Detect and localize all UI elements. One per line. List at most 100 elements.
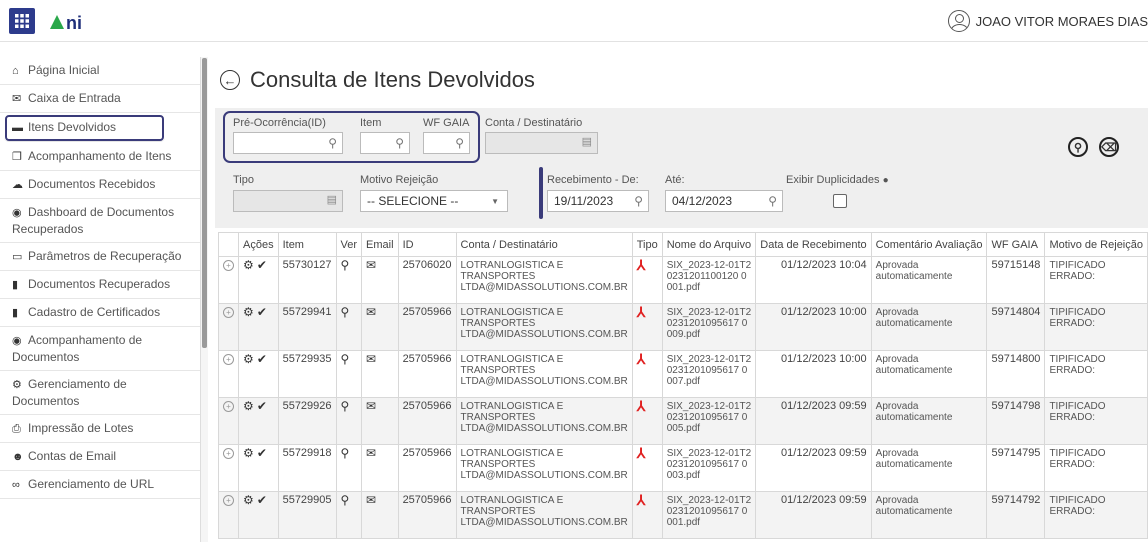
envelope-icon[interactable]: ✉: [366, 493, 376, 507]
top-bar: ni JOAO VITOR MORAES DIAS: [0, 0, 1148, 42]
sidebar-item[interactable]: ❐ Acompanhamento de Itens: [0, 143, 200, 171]
cogs-icon[interactable]: ⚙: [243, 305, 254, 319]
envelope-icon[interactable]: ✉: [366, 446, 376, 460]
results-table: Ações Item Ver Email ID Conta / Destinatário T…: [218, 232, 1148, 539]
wf-gaia-cell: 59714804: [986, 303, 1046, 351]
table-row[interactable]: + ⚙ ✔ 55729941 ⚲ ✉ 25705966 LOTRANLOGISTICA E …: [218, 303, 1148, 351]
search-icon[interactable]: ⚲: [341, 493, 350, 507]
pdf-icon[interactable]: ⅄: [637, 257, 646, 273]
sidebar-item[interactable]: ☻ Contas de Email: [0, 443, 200, 471]
expand-row-icon[interactable]: +: [223, 354, 234, 365]
column-header[interactable]: Ver: [335, 232, 363, 257]
check-icon[interactable]: ✔: [257, 446, 267, 460]
sidebar-item[interactable]: ∞ Gerenciamento de URL: [0, 471, 200, 499]
sidebar-scroll-thumb[interactable]: [202, 58, 207, 348]
sidebar-item[interactable]: ⚙ Gerenciamento de Documentos: [0, 371, 200, 415]
pdf-icon[interactable]: ⅄: [637, 351, 646, 367]
sidebar-item[interactable]: ⎙ Impressão de Lotes: [0, 415, 200, 443]
check-icon[interactable]: ✔: [257, 258, 267, 272]
cogs-icon[interactable]: ⚙: [243, 493, 254, 507]
sidebar-item[interactable]: ▮ Cadastro de Certificados: [0, 299, 200, 327]
conta-cell: LOTRANLOGISTICA E TRANSPORTES LTDA@MIDAS…: [455, 444, 633, 492]
envelope-icon[interactable]: ✉: [366, 399, 376, 413]
sidebar-item[interactable]: ☁ Documentos Recebidos: [0, 171, 200, 199]
expand-row-icon[interactable]: +: [223, 495, 234, 506]
column-header[interactable]: Data de Recebimento: [755, 232, 872, 257]
envelope-icon[interactable]: ✉: [366, 258, 376, 272]
sidebar-item[interactable]: ⌂ Página Inicial: [0, 57, 200, 85]
column-header[interactable]: Item: [277, 232, 337, 257]
search-icon[interactable]: ⚲: [341, 446, 350, 460]
tipo-input[interactable]: ▤: [233, 190, 343, 212]
sidebar-item[interactable]: ✉ Caixa de Entrada: [0, 85, 200, 113]
sidebar-item[interactable]: ▮ Documentos Recuperados: [0, 271, 200, 299]
search-icon[interactable]: ⚲: [341, 258, 350, 272]
column-header[interactable]: Nome do Arquivo: [661, 232, 757, 257]
column-header[interactable]: Email: [361, 232, 399, 257]
home-icon: ⌂: [12, 65, 19, 77]
envelope-icon[interactable]: ✉: [366, 305, 376, 319]
arquivo-cell[interactable]: SIX_2023-12-01T20231201095617 0007.pdf: [661, 350, 757, 398]
ate-input[interactable]: 04/12/2023 ⚲: [665, 190, 783, 212]
duplicidades-checkbox[interactable]: [833, 194, 847, 208]
table-row[interactable]: + ⚙ ✔ 55729935 ⚲ ✉ 25705966 LOTRANLOGISTICA E …: [218, 350, 1148, 398]
arquivo-cell[interactable]: SIX_2023-12-01T20231201095617 0001.pdf: [661, 491, 757, 539]
id-cell: 25705966: [397, 303, 457, 351]
search-icon[interactable]: ⚲: [341, 305, 350, 319]
apps-grid-icon[interactable]: [9, 8, 35, 34]
search-icon: ⚲: [634, 194, 643, 208]
search-icon[interactable]: ⚲: [341, 352, 350, 366]
column-header[interactable]: Conta / Destinatário: [455, 232, 633, 257]
pdf-icon[interactable]: ⅄: [637, 398, 646, 414]
sidebar-item-label: Itens Devolvidos: [28, 120, 117, 134]
arquivo-cell[interactable]: SIX_2023-12-01T20231201095617 0003.pdf: [661, 444, 757, 492]
table-row[interactable]: + ⚙ ✔ 55729905 ⚲ ✉ 25705966 LOTRANLOGISTICA E …: [218, 491, 1148, 539]
check-icon[interactable]: ✔: [257, 352, 267, 366]
column-header[interactable]: Tipo: [631, 232, 663, 257]
check-icon[interactable]: ✔: [257, 305, 267, 319]
pdf-icon[interactable]: ⅄: [637, 492, 646, 508]
column-header[interactable]: Comentário Avaliação: [870, 232, 988, 257]
ani-logo[interactable]: ni: [48, 10, 104, 32]
column-header[interactable]: Motivo de Rejeição: [1044, 232, 1148, 257]
column-header[interactable]: Ações: [238, 232, 279, 257]
sidebar-item[interactable]: ▬ Itens Devolvidos: [4, 114, 165, 142]
expand-row-icon[interactable]: +: [223, 401, 234, 412]
search-button[interactable]: ⚲: [1068, 137, 1088, 157]
cogs-icon[interactable]: ⚙: [243, 258, 254, 272]
expand-row-icon[interactable]: +: [223, 307, 234, 318]
cogs-icon[interactable]: ⚙: [243, 446, 254, 460]
expand-row-icon[interactable]: +: [223, 260, 234, 271]
table-row[interactable]: + ⚙ ✔ 55730127 ⚲ ✉ 25706020 LOTRANLOGISTICA E …: [218, 256, 1148, 304]
sidebar-item[interactable]: ▭ Parâmetros de Recuperação: [0, 243, 200, 271]
table-row[interactable]: + ⚙ ✔ 55729926 ⚲ ✉ 25705966 LOTRANLOGISTICA E …: [218, 397, 1148, 445]
data-cell: 01/12/2023 10:00: [755, 303, 872, 351]
conta-input[interactable]: ▤: [485, 132, 598, 154]
pdf-icon[interactable]: ⅄: [637, 304, 646, 320]
arquivo-cell[interactable]: SIX_2023-12-01T20231201095617 0005.pdf: [661, 397, 757, 445]
arquivo-cell[interactable]: SIX_2023-12-01T20231201100120 0001.pdf: [661, 256, 757, 304]
arquivo-cell[interactable]: SIX_2023-12-01T20231201095617 0009.pdf: [661, 303, 757, 351]
expand-row-icon[interactable]: +: [223, 448, 234, 459]
sidebar-item[interactable]: ◉ Dashboard de Documentos Recuperados: [0, 199, 200, 243]
column-header[interactable]: ID: [397, 232, 457, 257]
column-header[interactable]: WF GAIA: [986, 232, 1046, 257]
clear-filter-button[interactable]: ⌫: [1099, 137, 1119, 157]
cogs-icon[interactable]: ⚙: [243, 352, 254, 366]
table-row[interactable]: + ⚙ ✔ 55729918 ⚲ ✉ 25705966 LOTRANLOGISTICA E …: [218, 444, 1148, 492]
motivo-select[interactable]: -- SELECIONE -- ▼: [360, 190, 508, 212]
user-menu[interactable]: JOAO VITOR MORAES DIAS: [947, 8, 1148, 34]
check-icon[interactable]: ✔: [257, 493, 267, 507]
receb-de-input[interactable]: 19/11/2023 ⚲: [547, 190, 649, 212]
envelope-icon[interactable]: ✉: [366, 352, 376, 366]
column-header[interactable]: [218, 232, 239, 257]
cogs-icon[interactable]: ⚙: [243, 399, 254, 413]
sidebar-item[interactable]: ◉ Acompanhamento de Documentos: [0, 327, 200, 371]
file-icon: ▮: [12, 279, 19, 291]
check-icon[interactable]: ✔: [257, 399, 267, 413]
print-icon: ⎙: [12, 423, 21, 435]
search-icon[interactable]: ⚲: [341, 399, 350, 413]
pdf-icon[interactable]: ⅄: [637, 445, 646, 461]
file-icon: ▮: [12, 307, 19, 319]
back-arrow-icon[interactable]: ←: [220, 70, 240, 90]
